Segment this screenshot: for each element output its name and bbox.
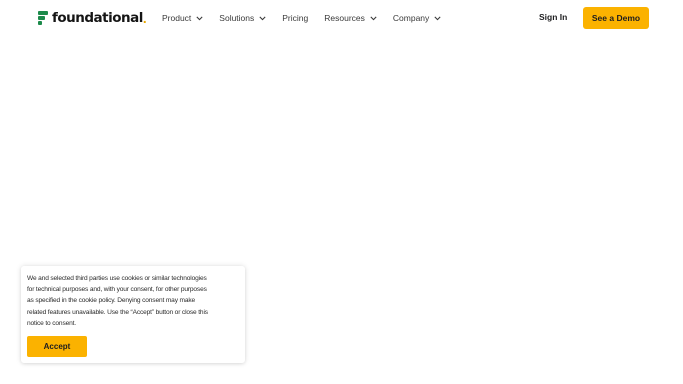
- chevron-down-icon: [259, 16, 266, 20]
- cookie-notice-line: for technical purposes and, with your co…: [27, 286, 207, 294]
- menu-item-label: Company: [392, 13, 430, 23]
- foundational-logo-icon: [38, 11, 48, 25]
- cookie-notice-line: We and selected third parties use cookie…: [27, 275, 207, 282]
- menu-item-pricing[interactable]: Pricing: [282, 13, 308, 23]
- cookie-notice-line: as specified in the cookie policy. Denyi…: [27, 297, 196, 305]
- main-menu: Product Solutions Pricing Resources Comp…: [162, 11, 457, 25]
- cookie-consent-banner: We and selected third parties use cookie…: [21, 266, 245, 363]
- menu-item-label: Pricing: [282, 13, 309, 23]
- chevron-down-icon: [196, 16, 203, 20]
- menu-item-resources[interactable]: Resources: [324, 13, 377, 23]
- sign-in-link[interactable]: Sign In: [539, 12, 567, 22]
- brand-logo[interactable]: foundational.: [38, 9, 147, 27]
- menu-item-label: Solutions: [219, 13, 255, 23]
- menu-item-label: Product: [162, 13, 192, 23]
- brand-name: foundational: [52, 10, 143, 26]
- cookie-notice-text: We and selected third parties use cookie…: [27, 273, 239, 329]
- top-navigation: foundational. Product Solutions Pricing …: [0, 0, 683, 36]
- menu-item-product[interactable]: Product: [162, 13, 203, 23]
- menu-item-company[interactable]: Company: [393, 13, 441, 23]
- cookie-notice-line: notice to consent.: [27, 319, 76, 327]
- cookie-notice-line: related features unavailable. Use the “A…: [27, 308, 208, 316]
- chevron-down-icon: [370, 16, 377, 20]
- chevron-down-icon: [434, 16, 441, 20]
- menu-item-solutions[interactable]: Solutions: [219, 13, 266, 23]
- brand-dot: .: [142, 10, 147, 26]
- menu-item-label: Resources: [324, 13, 365, 23]
- accept-cookies-button[interactable]: Accept: [27, 336, 87, 357]
- see-a-demo-button[interactable]: See a Demo: [583, 7, 649, 29]
